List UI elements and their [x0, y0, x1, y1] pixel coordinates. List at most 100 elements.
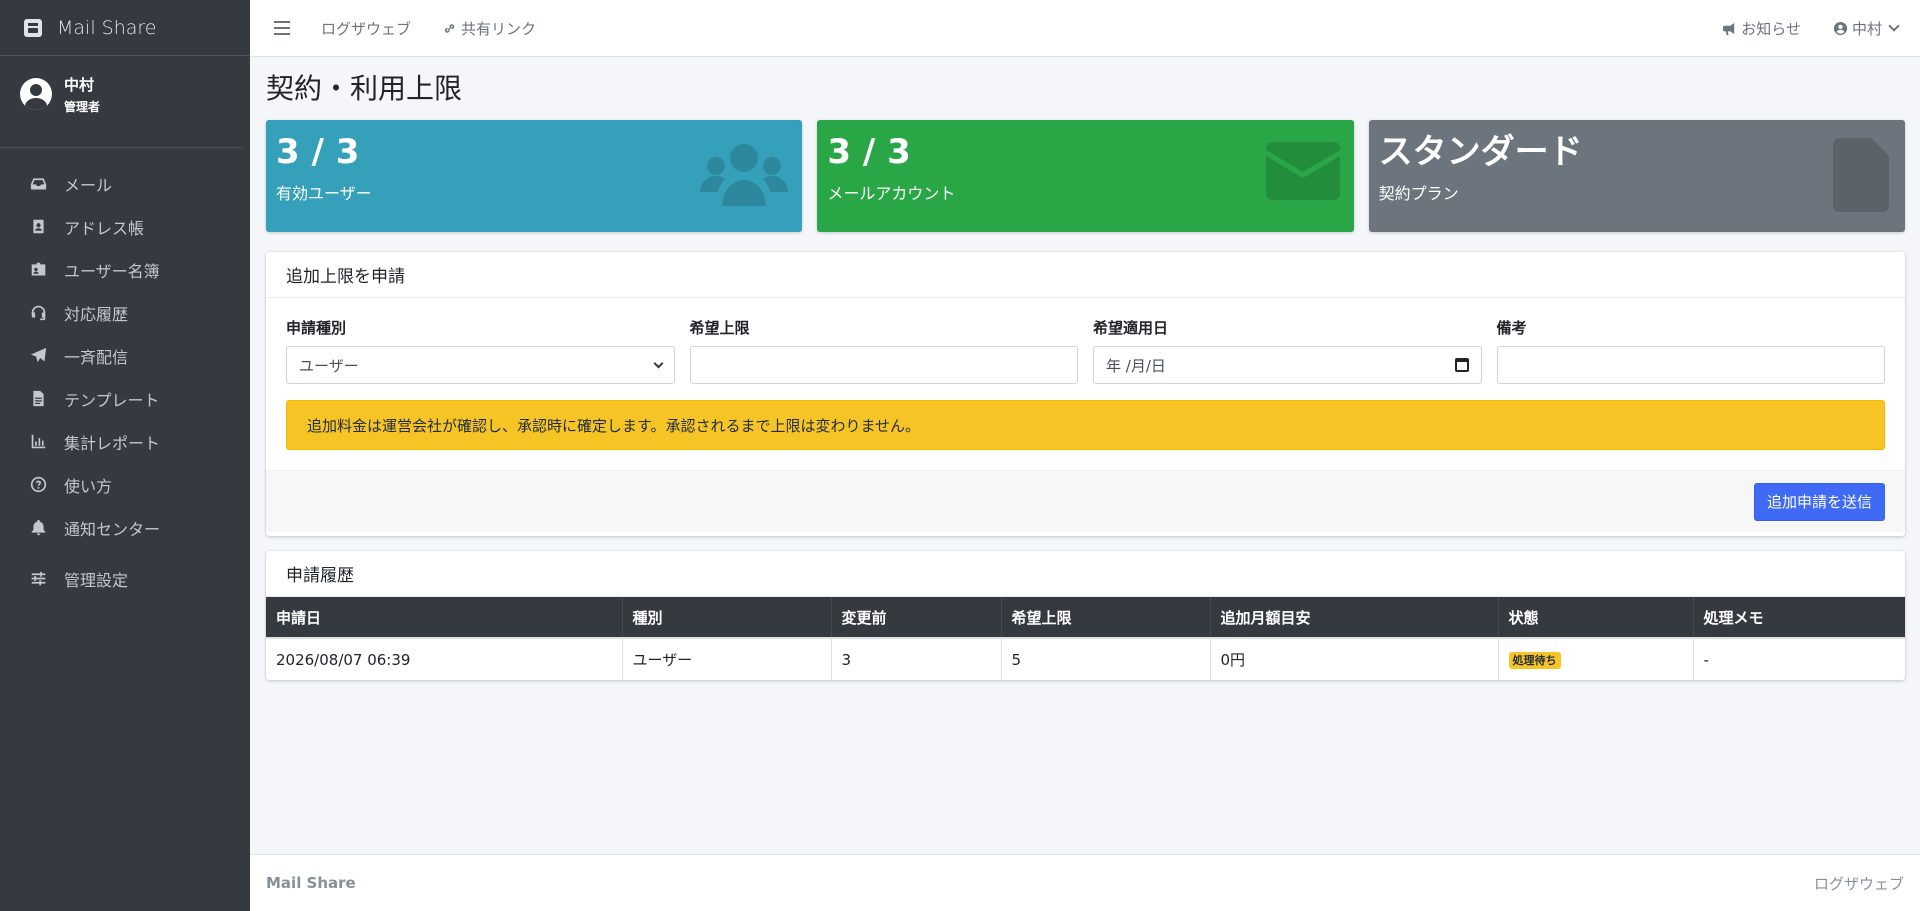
page-title: 契約・利用上限 [266, 72, 463, 105]
type-select-value: ユーザー [299, 356, 359, 375]
request-card-footer: 追加申請を送信 [266, 470, 1905, 532]
notice-link[interactable]: お知らせ [1722, 18, 1801, 39]
table-row: 2026/08/07 06:39 ユーザー 3 5 0円 処理待ち - [266, 637, 1905, 680]
cell-status: 処理待ち [1498, 637, 1694, 680]
sidebar-item-broadcast[interactable]: 一斉配信 [0, 334, 250, 377]
main-content: 契約・利用上限 3 / 3 有効ユーザー 3 / 3 メールアカウント スタンダ… [266, 57, 1905, 680]
id-badge-icon [28, 260, 48, 280]
envelope-icon [1265, 142, 1340, 204]
cell-type: ユーザー [622, 637, 832, 680]
sidebar-item-label: ユーザー名簿 [64, 261, 160, 281]
history-card-title: 申請履歴 [266, 551, 1905, 597]
column-header: 変更前 [831, 597, 1002, 638]
sidebar-item-user-list[interactable]: ユーザー名簿 [0, 248, 250, 291]
bell-icon [28, 518, 48, 538]
sidebar-item-label: 管理設定 [64, 570, 129, 590]
sidebar-item-address-book[interactable]: アドレス帳 [0, 205, 250, 248]
table-header-row: 申請日 種別 変更前 希望上限 追加月額目安 状態 処理メモ [266, 597, 1905, 638]
footer: Mail Share ログザウェブ [250, 854, 1920, 911]
request-card: 追加上限を申請 申請種別 ユーザー 希望上限 希望適用日 年 /月/日 備考 追… [266, 252, 1905, 536]
paper-plane-icon [28, 346, 48, 366]
stat-box-users: 3 / 3 有効ユーザー [266, 120, 803, 232]
calendar-icon[interactable] [1454, 358, 1469, 372]
type-label: 申請種別 [286, 319, 347, 337]
date-placeholder: 年 /月/日 [1106, 356, 1166, 375]
column-header: 申請日 [266, 597, 623, 638]
cell-before: 3 [831, 637, 1002, 680]
user-menu-label: 中村 [1851, 19, 1882, 38]
topbar: ログザウェブ 共有リンク お知らせ 中村 [250, 0, 1920, 57]
sidebar-item-label: 使い方 [64, 476, 113, 496]
type-select[interactable]: ユーザー [286, 346, 675, 384]
users-icon [700, 142, 789, 210]
sidebar-item-report[interactable]: 集計レポート [0, 420, 250, 463]
brand-link[interactable]: Mail Share [0, 0, 250, 56]
column-header: 状態 [1498, 597, 1694, 638]
sidebar-item-admin-settings[interactable]: 管理設定 [0, 557, 250, 600]
sidebar-item-label: 通知センター [64, 519, 161, 539]
sidebar-item-label: 一斉配信 [64, 347, 129, 367]
limit-input[interactable] [689, 346, 1078, 384]
cell-date: 2026/08/07 06:39 [266, 637, 623, 680]
sidebar-item-help[interactable]: 使い方 [0, 463, 250, 506]
question-circle-icon [28, 475, 48, 495]
sidebar-item-notifications[interactable]: 通知センター [0, 506, 250, 549]
mailbox-icon [24, 18, 42, 37]
stat-value: スタンダード [1378, 132, 1583, 172]
column-header: 希望上限 [1001, 597, 1211, 638]
user-panel[interactable]: 中村 管理者 [0, 56, 242, 148]
user-menu[interactable]: 中村 [1833, 18, 1900, 39]
inbox-icon [28, 174, 48, 194]
sidebar-nav: メール アドレス帳 ユーザー名簿 対応履歴 一斉配信 テンプレート 集計レポート [0, 148, 250, 600]
user-name: 中村 [64, 76, 95, 94]
note-label: 備考 [1496, 319, 1527, 337]
address-book-icon [28, 217, 48, 237]
note-input[interactable] [1496, 346, 1885, 384]
cell-memo: - [1693, 637, 1905, 680]
link-icon [444, 23, 455, 33]
user-circle-icon [1833, 21, 1848, 35]
top-link-logzaweb[interactable]: ログザウェブ [321, 18, 411, 39]
sliders-icon [28, 569, 48, 589]
chevron-down-icon [1888, 20, 1900, 32]
stat-box-mail-accounts: 3 / 3 メールアカウント [817, 120, 1354, 232]
column-header: 処理メモ [1703, 608, 1764, 627]
sidebar: Mail Share 中村 管理者 メール アドレス帳 ユーザー名簿 対応履歴 … [0, 0, 250, 911]
sidebar-item-label: 集計レポート [64, 433, 161, 453]
notice-label: お知らせ [1741, 19, 1801, 38]
stat-label: 契約プラン [1378, 184, 1459, 203]
request-card-title: 追加上限を申請 [266, 252, 1905, 298]
brand-name: Mail Share [57, 16, 157, 39]
sidebar-item-label: テンプレート [64, 390, 160, 410]
status-badge: 処理待ち [1508, 652, 1561, 669]
history-card: 申請履歴 申請日 種別 変更前 希望上限 追加月額目安 状態 処理メモ 2026… [266, 551, 1905, 680]
chart-icon [28, 432, 48, 452]
cell-limit: 5 [1001, 637, 1211, 680]
chevron-down-icon [653, 358, 663, 368]
footer-brand: Mail Share [266, 874, 356, 892]
top-link-shared[interactable]: 共有リンク [442, 18, 536, 39]
sidebar-item-template[interactable]: テンプレート [0, 377, 250, 420]
sidebar-item-label: メール [64, 175, 113, 195]
megaphone-icon [1723, 22, 1735, 35]
headset-icon [28, 303, 48, 323]
history-table: 申請日 種別 変更前 希望上限 追加月額目安 状態 処理メモ 2026/08/0… [266, 597, 1905, 680]
user-role: 管理者 [64, 100, 101, 114]
fee-alert: 追加料金は運営会社が確認し、承認時に確定します。承認されるまで上限は変わりません… [286, 400, 1885, 450]
column-header: 種別 [622, 597, 832, 638]
sidebar-item-mail[interactable]: メール [0, 162, 250, 205]
footer-link[interactable]: ログザウェブ [1814, 873, 1904, 894]
file-contract-icon [1832, 138, 1889, 216]
cell-fee: 0円 [1210, 637, 1499, 680]
sidebar-item-label: アドレス帳 [64, 218, 145, 238]
menu-toggle-icon[interactable] [274, 21, 290, 35]
file-icon [28, 389, 48, 409]
top-link-label: 共有リンク [461, 19, 537, 38]
column-header: 追加月額目安 [1210, 597, 1499, 638]
limit-label: 希望上限 [689, 319, 750, 337]
submit-request-button[interactable]: 追加申請を送信 [1753, 482, 1885, 521]
sidebar-item-history[interactable]: 対応履歴 [0, 291, 250, 334]
stat-boxes: 3 / 3 有効ユーザー 3 / 3 メールアカウント スタンダード 契約プラン [266, 120, 1905, 232]
date-input[interactable]: 年 /月/日 [1093, 346, 1482, 384]
sidebar-item-label: 対応履歴 [64, 304, 129, 324]
